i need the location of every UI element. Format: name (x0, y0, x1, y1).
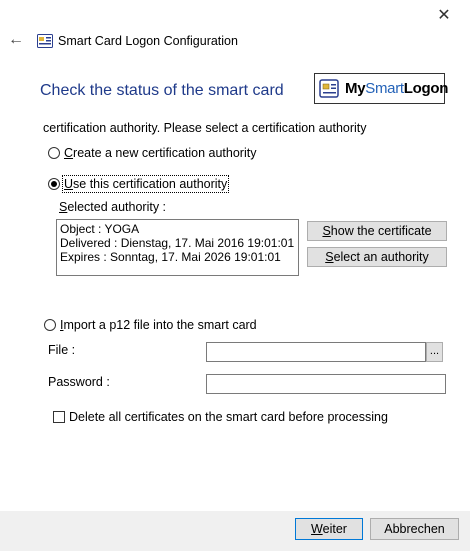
password-input[interactable] (206, 374, 446, 394)
close-button[interactable]: ✕ (434, 6, 454, 26)
next-button[interactable]: Weiter (295, 518, 363, 540)
use-this-ca-label[interactable]: Use this certification authority (61, 175, 230, 193)
mysmartlogon-logo: MySmartLogon (314, 73, 449, 104)
file-label: File : (48, 343, 76, 357)
use-this-ca-radio[interactable] (48, 178, 60, 190)
intro-text: certification authority. Please select a… (43, 121, 367, 135)
browse-file-button[interactable]: ... (426, 342, 443, 362)
app-icon (37, 34, 53, 48)
import-p12-label[interactable]: Import a p12 file into the smart card (60, 318, 257, 332)
create-new-ca-radio[interactable] (48, 147, 60, 159)
selected-authority-label: Selected authority : (59, 200, 167, 214)
show-certificate-button[interactable]: Show the certificate (307, 221, 447, 241)
logo-text-smart: Smart (365, 80, 404, 97)
create-new-ca-label[interactable]: Create a new certification authority (64, 146, 256, 160)
authority-object-line: Object : YOGA (60, 222, 140, 236)
selected-authority-box: Object : YOGA Delivered : Dienstag, 17. … (56, 219, 299, 276)
logo-text-my: My (345, 80, 366, 97)
logo-text-logon: Logon (403, 80, 449, 97)
authority-expires-line: Expires : Sonntag, 17. Mai 2026 19:01:01 (60, 250, 281, 264)
page-heading: Check the status of the smart card (40, 82, 284, 99)
password-label: Password : (48, 375, 110, 389)
smart-card-logo-icon (319, 79, 339, 98)
back-arrow-icon[interactable]: ← (8, 32, 24, 48)
window-title: Smart Card Logon Configuration (58, 34, 238, 48)
delete-certificates-checkbox[interactable] (53, 411, 65, 423)
delete-certificates-label[interactable]: Delete all certificates on the smart car… (69, 410, 388, 424)
file-input[interactable] (206, 342, 426, 362)
select-authority-button[interactable]: Select an authority (307, 247, 447, 267)
import-p12-radio[interactable] (44, 319, 56, 331)
authority-delivered-line: Delivered : Dienstag, 17. Mai 2016 19:01… (60, 236, 295, 250)
cancel-button[interactable]: Abbrechen (370, 518, 459, 540)
